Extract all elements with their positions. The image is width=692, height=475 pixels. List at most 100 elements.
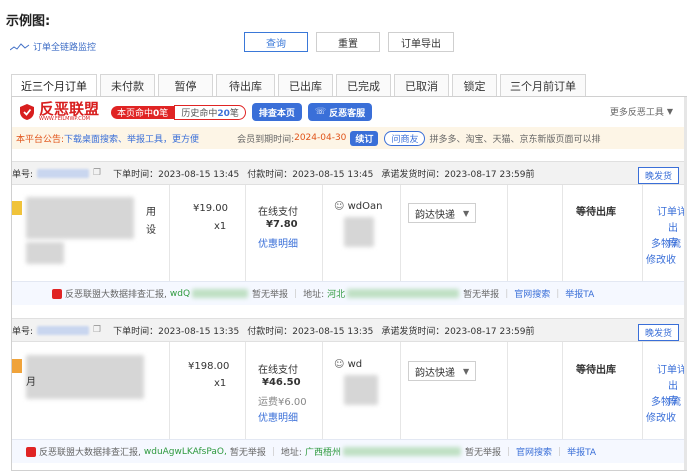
product-spec-redacted (26, 242, 64, 264)
order-header: 单号: ❐ 下单时间：2023-08-15 13:35 付款时间：2023-08… (12, 318, 687, 342)
order-header: 单号: ❐ 下单时间：2023-08-15 13:45 付款时间：2023-08… (12, 161, 687, 185)
more-tools-label: 更多反恶工具 (609, 108, 664, 118)
product-fragment: 月 (26, 377, 36, 388)
panel-edge (684, 97, 687, 470)
risk-addr-label: 地址: (280, 448, 302, 458)
brand-logo: 反恶联盟 WWW.FEILMWP.COM (18, 102, 99, 122)
customer-service-button[interactable]: ☏ 反恶客服 (307, 103, 373, 121)
chevron-down-icon: ▼ (463, 208, 470, 218)
official-search-link[interactable]: 官网搜索 (516, 445, 552, 458)
risk-address-redacted (347, 289, 460, 298)
buyer-info: ☺ wdOan (334, 201, 383, 212)
history-hit-count: 20 (217, 108, 230, 119)
order-no-redacted (37, 325, 90, 335)
tab-locked[interactable]: 锁定 (452, 74, 497, 96)
express-select[interactable]: 韵达快递 ▼ (408, 203, 477, 223)
risk-prefix: 反恶联盟大数据排查汇报, (65, 290, 167, 300)
copy-icon[interactable]: ❐ (93, 325, 101, 335)
page-hit-label: 本页命中 (117, 108, 154, 119)
history-hit-label: 历史命中 (181, 108, 218, 119)
plugin-toolbar: 反恶联盟 WWW.FEILMWP.COM 本页命中0笔 历史命中20笔 排查本页… (12, 97, 687, 127)
express-value: 韵达快递 (415, 367, 455, 379)
discount-detail-link[interactable]: 优惠明细 (258, 409, 298, 424)
product-price: ¥198.00 (188, 361, 230, 372)
risk-buyer: wdQ (169, 288, 191, 299)
wangwang-icon: ☺ (334, 359, 345, 370)
order-detail-link[interactable]: 订单详 (657, 203, 687, 218)
order-no-label: 单号: (12, 169, 34, 180)
report-link[interactable]: 举报TA (567, 445, 596, 458)
official-search-link[interactable]: 官网搜索 (514, 287, 550, 300)
tab-paused[interactable]: 暂停 (158, 74, 213, 96)
late-ship-button[interactable]: 晚发货 (637, 324, 679, 341)
pay-time: 付款时间：2023-08-15 13:35 (247, 326, 374, 337)
risk-buyer-redacted (192, 289, 249, 298)
order-risk-footer: 反恶联盟大数据排查汇报, wdQ 暂无举报 | 地址: 河北 暂无举报 | 官网… (12, 281, 687, 305)
multi-logistics-link[interactable]: 多物流 (651, 235, 681, 250)
promise-time: 承诺发货时间：2023-08-17 23:59前 (381, 326, 535, 337)
risk-address-redacted (342, 447, 461, 456)
monitor-label: 订单全链路监控 (33, 43, 97, 53)
late-ship-button[interactable]: 晚发货 (637, 167, 679, 184)
product-qty: x1 (214, 378, 227, 389)
risk-addr-label: 地址: (303, 290, 325, 300)
member-label: 会员到期时间: (237, 134, 295, 145)
tab-completed[interactable]: 已完成 (336, 74, 391, 96)
tab-pending-out[interactable]: 待出库 (216, 74, 275, 96)
platform-notice: 拼多多、淘宝、天猫、京东新版页面可以排 (429, 134, 601, 145)
page-hit-suffix: 笔 (159, 108, 169, 119)
risk-address-status: 暂无举报 (464, 448, 501, 458)
chevron-down-icon: ▼ (463, 366, 470, 376)
chevron-down-icon: ▼ (666, 107, 673, 116)
tab-cancelled[interactable]: 已取消 (394, 74, 449, 96)
buyer-redacted (344, 217, 374, 247)
product-thumb (12, 201, 22, 215)
pay-amount: ¥46.50 (262, 377, 301, 388)
report-link[interactable]: 举报TA (565, 287, 594, 300)
risk-buyer-status: 暂无举报 (229, 448, 266, 458)
ask-friend-button[interactable]: 问商友 (384, 130, 426, 146)
tab-unpaid[interactable]: 未付款 (100, 74, 155, 96)
history-hit-suffix: 笔 (229, 108, 239, 119)
buyer-info: ☺ wd (334, 359, 362, 370)
multi-logistics-link[interactable]: 多物流 (651, 393, 681, 408)
notice-label: 本平台公告: (16, 134, 65, 145)
discount-detail-link[interactable]: 优惠明细 (258, 235, 298, 250)
copy-icon[interactable]: ❐ (93, 168, 101, 178)
promise-time: 承诺发货时间：2023-08-17 23:59前 (381, 169, 535, 180)
product-thumb (12, 359, 22, 373)
order-detail-link[interactable]: 订单详 (657, 361, 687, 376)
order-status: 等待出库 (576, 207, 616, 218)
product-fragment: 用 (146, 207, 156, 218)
edit-address-link[interactable]: 修改收 (646, 251, 676, 266)
notice-links[interactable]: 下载桌面搜索、举报工具，更方便 (64, 132, 199, 145)
product-qty: x1 (214, 221, 227, 232)
order-tabs: 近三个月订单 未付款 暂停 待出库 已出库 已完成 已取消 锁定 三个月前订单 (11, 74, 586, 96)
order-risk-footer: 反恶联盟大数据排查汇报, wduAgwLKAfsPaO, 暂无举报 | 地址: … (12, 439, 687, 463)
check-page-button[interactable]: 排查本页 (251, 103, 302, 121)
edit-address-link[interactable]: 修改收 (646, 409, 676, 424)
hit-counter: 本页命中0笔 历史命中20笔 (111, 103, 246, 121)
notice-bar: 本平台公告: 下载桌面搜索、举报工具，更方便 会员到期时间: 2024-04-3… (12, 127, 687, 149)
product-title-redacted (26, 197, 134, 239)
risk-address: 广西梧州 (304, 448, 341, 458)
query-button[interactable]: 查询 (244, 32, 308, 52)
shipping-fee: 运费¥6.00 (258, 397, 307, 408)
risk-buyer: wduAgwLKAfsPaO, (143, 446, 227, 457)
renew-button[interactable]: 续订 (350, 130, 379, 146)
more-tools-dropdown[interactable]: 更多反恶工具 ▼ (610, 105, 673, 118)
chat-icon: ☏ (314, 107, 327, 117)
buyer-redacted (344, 375, 378, 405)
export-button[interactable]: 订单导出 (388, 32, 454, 52)
risk-buyer-status: 暂无举报 (252, 290, 289, 300)
pay-amount: ¥7.80 (266, 219, 298, 230)
express-select[interactable]: 韵达快递 ▼ (408, 361, 477, 381)
tab-shipped[interactable]: 已出库 (278, 74, 333, 96)
order-monitor-link[interactable]: 订单全链路监控 (10, 40, 96, 53)
logo-text: 反恶联盟 (39, 100, 100, 118)
tab-older[interactable]: 三个月前订单 (500, 74, 586, 96)
customer-service-label: 反恶客服 (329, 108, 366, 119)
reset-button[interactable]: 重置 (316, 32, 380, 52)
tab-recent[interactable]: 近三个月订单 (11, 74, 97, 96)
pay-time: 付款时间：2023-08-15 13:45 (247, 169, 374, 180)
